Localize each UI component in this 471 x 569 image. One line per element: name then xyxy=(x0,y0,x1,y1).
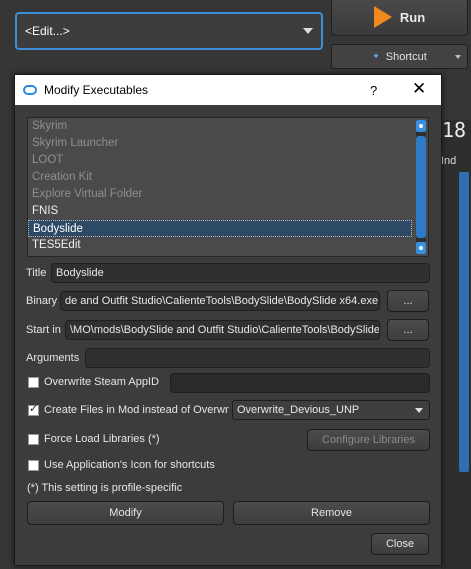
title-label: Title xyxy=(26,267,47,279)
help-button[interactable]: ? xyxy=(370,83,377,98)
list-item[interactable]: TES5Edit xyxy=(28,237,428,254)
force-load-label: Force Load Libraries (*) xyxy=(44,433,160,445)
binary-browse-button[interactable]: ... xyxy=(387,290,429,312)
column-header-index: Ind xyxy=(441,155,457,167)
chevron-down-icon xyxy=(415,408,423,413)
create-files-checkbox[interactable] xyxy=(28,402,39,416)
steam-appid-field[interactable] xyxy=(170,373,430,393)
create-files-label: Create Files in Mod instead of Overwr xyxy=(44,404,229,416)
overwrite-steam-label: Overwrite Steam AppID xyxy=(44,376,159,388)
startin-label: Start in xyxy=(26,324,61,336)
shortcut-label: Shortcut xyxy=(385,50,427,63)
scroll-up-icon[interactable] xyxy=(416,120,426,132)
binary-label: Binary xyxy=(26,295,58,307)
app-icon xyxy=(23,85,37,95)
side-number: 18 xyxy=(442,118,467,142)
close-button[interactable]: Close xyxy=(371,533,429,555)
chevron-down-icon xyxy=(455,55,461,59)
scroll-down-icon[interactable] xyxy=(416,242,426,254)
create-files-mod-value: Overwrite_Devious_UNP xyxy=(237,404,360,416)
list-item[interactable]: Skyrim Launcher xyxy=(28,135,428,152)
modify-button[interactable]: Modify xyxy=(27,501,224,525)
profile-combo[interactable]: <Edit...> xyxy=(15,12,323,50)
scroll-thumb[interactable] xyxy=(416,136,426,238)
remove-button[interactable]: Remove xyxy=(233,501,430,525)
startin-field[interactable]: \MO\mods\BodySlide and Outfit Studio\Cal… xyxy=(65,320,380,340)
chevron-down-icon xyxy=(303,28,313,34)
title-field[interactable]: Bodyslide xyxy=(51,263,430,283)
overwrite-steam-checkbox[interactable] xyxy=(28,377,39,388)
list-item-selected[interactable]: Bodyslide xyxy=(28,220,412,237)
profile-combo-value: <Edit...> xyxy=(25,24,70,38)
mod-list-scrollbar[interactable] xyxy=(459,172,469,472)
shortcut-icon: ✦ xyxy=(372,51,380,61)
play-icon xyxy=(373,6,392,28)
list-item[interactable]: LOOT xyxy=(28,152,428,169)
run-label: Run xyxy=(399,9,426,25)
list-item[interactable]: FNIS xyxy=(28,203,428,220)
close-icon[interactable]: ✕ xyxy=(412,79,426,99)
configure-libraries-button[interactable]: Configure Libraries xyxy=(307,429,430,451)
modify-executables-dialog: Modify Executables ? ✕ Skyrim Skyrim Lau… xyxy=(14,74,442,566)
dialog-title: Modify Executables xyxy=(44,83,149,97)
shortcut-button[interactable]: ✦ Shortcut xyxy=(331,44,468,69)
list-item[interactable]: Skyrim xyxy=(28,118,428,135)
list-scrollbar[interactable] xyxy=(416,120,426,254)
list-item[interactable]: Explore Virtual Folder xyxy=(28,186,428,203)
create-files-mod-select[interactable]: Overwrite_Devious_UNP xyxy=(232,400,430,420)
use-icon-checkbox[interactable] xyxy=(28,460,39,471)
arguments-label: Arguments xyxy=(26,352,80,364)
arguments-field[interactable] xyxy=(85,348,430,368)
binary-field[interactable]: de and Outfit Studio\CalienteTools\BodyS… xyxy=(60,291,380,311)
executables-list[interactable]: Skyrim Skyrim Launcher LOOT Creation Kit… xyxy=(27,117,429,257)
profile-note: (*) This setting is profile-specific xyxy=(27,482,183,494)
use-icon-label: Use Application's Icon for shortcuts xyxy=(44,459,215,471)
run-button[interactable]: Run xyxy=(331,0,468,36)
startin-browse-button[interactable]: ... xyxy=(387,319,429,341)
force-load-checkbox[interactable] xyxy=(28,434,39,445)
list-item[interactable]: Creation Kit xyxy=(28,169,428,186)
